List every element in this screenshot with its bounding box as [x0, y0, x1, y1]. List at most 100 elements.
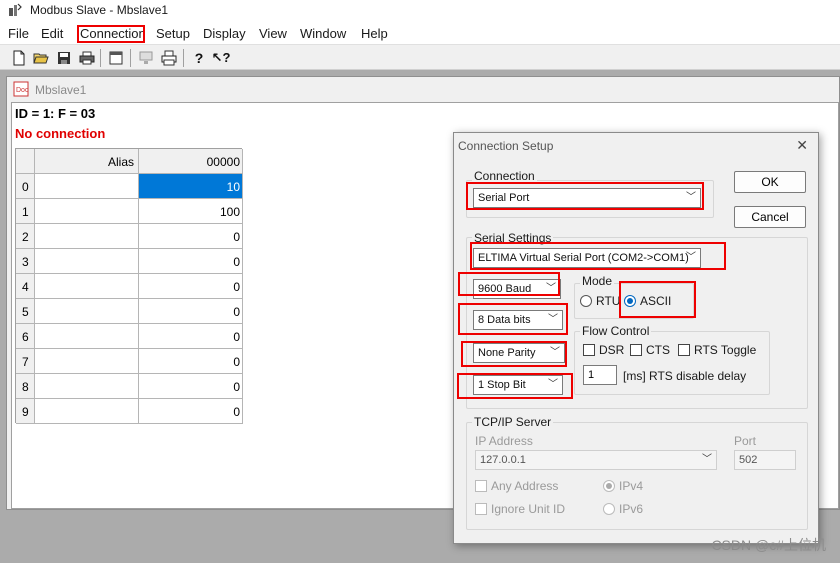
rts-toggle-label: RTS Toggle [694, 343, 757, 357]
child-window-title: Mbslave1 [35, 83, 87, 97]
ignore-unit-id-checkbox[interactable] [475, 503, 487, 515]
new-icon[interactable] [10, 49, 28, 67]
rts-delay-input[interactable]: 1 [583, 365, 617, 385]
connection-menu-highlight [77, 25, 145, 43]
alias-cell[interactable] [35, 224, 139, 249]
document-icon: Doc [13, 81, 29, 97]
alias-cell[interactable] [35, 274, 139, 299]
flow-control-group [574, 331, 770, 395]
ok-button[interactable]: OK [734, 171, 806, 193]
open-icon[interactable] [32, 49, 50, 67]
ascii-mode-highlight [619, 281, 696, 318]
connection-highlight [466, 182, 704, 210]
menu-help[interactable]: Help [361, 26, 388, 41]
value-cell[interactable]: 0 [139, 299, 243, 324]
toolbar-separator [183, 49, 184, 67]
row-number[interactable]: 6 [16, 324, 35, 349]
ipv4-radio[interactable] [603, 480, 615, 492]
row-number[interactable]: 0 [16, 174, 35, 199]
row-number[interactable]: 5 [16, 299, 35, 324]
ipv4-label: IPv4 [619, 479, 644, 493]
row-number[interactable]: 9 [16, 399, 35, 424]
alias-cell[interactable] [35, 249, 139, 274]
rtu-label: RTU [596, 294, 621, 308]
stop-bits-highlight [457, 373, 573, 399]
row-number[interactable]: 4 [16, 274, 35, 299]
port-input[interactable]: 502 [734, 450, 796, 470]
value-cell[interactable]: 0 [139, 249, 243, 274]
alias-cell[interactable] [35, 399, 139, 424]
any-address-label: Any Address [491, 479, 559, 493]
data-bits-highlight [458, 303, 568, 335]
value-cell[interactable]: 0 [139, 324, 243, 349]
ipv6-radio[interactable] [603, 503, 615, 515]
close-icon[interactable]: ✕ [796, 137, 808, 154]
value-cell[interactable]: 0 [139, 274, 243, 299]
slave-id-line: ID = 1: F = 03 [15, 106, 96, 121]
menu-window[interactable]: Window [300, 26, 346, 41]
alias-cell[interactable] [35, 174, 139, 199]
child-title-bar: Doc Mbslave1 [7, 77, 839, 101]
row-number[interactable]: 3 [16, 249, 35, 274]
ignore-unit-id-label: Ignore Unit ID [491, 502, 566, 516]
ip-address-select[interactable]: 127.0.0.1 ﹀ [475, 450, 717, 470]
row-number[interactable]: 2 [16, 224, 35, 249]
title-bar: Modbus Slave - Mbslave1 [0, 0, 840, 22]
ip-address-label: IP Address [475, 434, 533, 448]
value-cell[interactable]: 0 [139, 399, 243, 424]
help-icon[interactable]: ? [190, 49, 208, 67]
toolbar: ? ↖? [0, 44, 840, 70]
window-icon[interactable] [107, 49, 125, 67]
any-address-checkbox[interactable] [475, 480, 487, 492]
baud-rate-highlight [458, 272, 560, 296]
rts-delay-label: [ms] RTS disable delay [623, 369, 747, 383]
tcpip-server-label: TCP/IP Server [472, 415, 554, 429]
printer-icon[interactable] [160, 49, 178, 67]
svg-text:Doc: Doc [16, 87, 29, 94]
row-number[interactable]: 7 [16, 349, 35, 374]
watermark: CSDN @c#上位机 [711, 537, 826, 553]
row-number[interactable]: 8 [16, 374, 35, 399]
app-icon [9, 3, 22, 16]
print-icon[interactable] [78, 49, 96, 67]
alias-cell[interactable] [35, 349, 139, 374]
dsr-checkbox[interactable] [583, 344, 595, 356]
value-cell[interactable]: 100 [139, 199, 243, 224]
context-help-icon[interactable]: ↖? [212, 49, 231, 67]
menu-display[interactable]: Display [203, 26, 246, 41]
menu-edit[interactable]: Edit [41, 26, 63, 41]
alias-column-header[interactable]: Alias [35, 149, 139, 174]
toolbar-separator [100, 49, 101, 67]
alias-cell[interactable] [35, 199, 139, 224]
monitor-icon[interactable] [137, 49, 155, 67]
cancel-button[interactable]: Cancel [734, 206, 806, 228]
mode-label: Mode [580, 274, 615, 288]
cts-label: CTS [646, 343, 670, 357]
value-cell[interactable]: 10 [139, 174, 243, 199]
rtu-radio[interactable] [580, 295, 592, 307]
dialog-title: Connection Setup [458, 139, 554, 153]
value-cell[interactable]: 0 [139, 349, 243, 374]
menu-bar: File Edit Connection Setup Display View … [0, 22, 840, 44]
dsr-label: DSR [599, 343, 625, 357]
alias-cell[interactable] [35, 299, 139, 324]
value-cell[interactable]: 0 [139, 224, 243, 249]
alias-cell[interactable] [35, 374, 139, 399]
grid-corner [16, 149, 35, 174]
toolbar-separator [130, 49, 131, 67]
cts-checkbox[interactable] [630, 344, 642, 356]
menu-view[interactable]: View [259, 26, 287, 41]
serial-port-highlight [470, 242, 726, 270]
value-column-header[interactable]: 00000 [139, 149, 243, 174]
connection-status: No connection [15, 126, 106, 141]
alias-cell[interactable] [35, 324, 139, 349]
save-icon[interactable] [55, 49, 73, 67]
menu-setup[interactable]: Setup [156, 26, 190, 41]
row-number[interactable]: 1 [16, 199, 35, 224]
ip-address-value: 127.0.0.1 [480, 454, 526, 466]
port-label: Port [734, 434, 757, 448]
window-title: Modbus Slave - Mbslave1 [30, 3, 169, 17]
rts-toggle-checkbox[interactable] [678, 344, 690, 356]
value-cell[interactable]: 0 [139, 374, 243, 399]
menu-file[interactable]: File [8, 26, 29, 41]
